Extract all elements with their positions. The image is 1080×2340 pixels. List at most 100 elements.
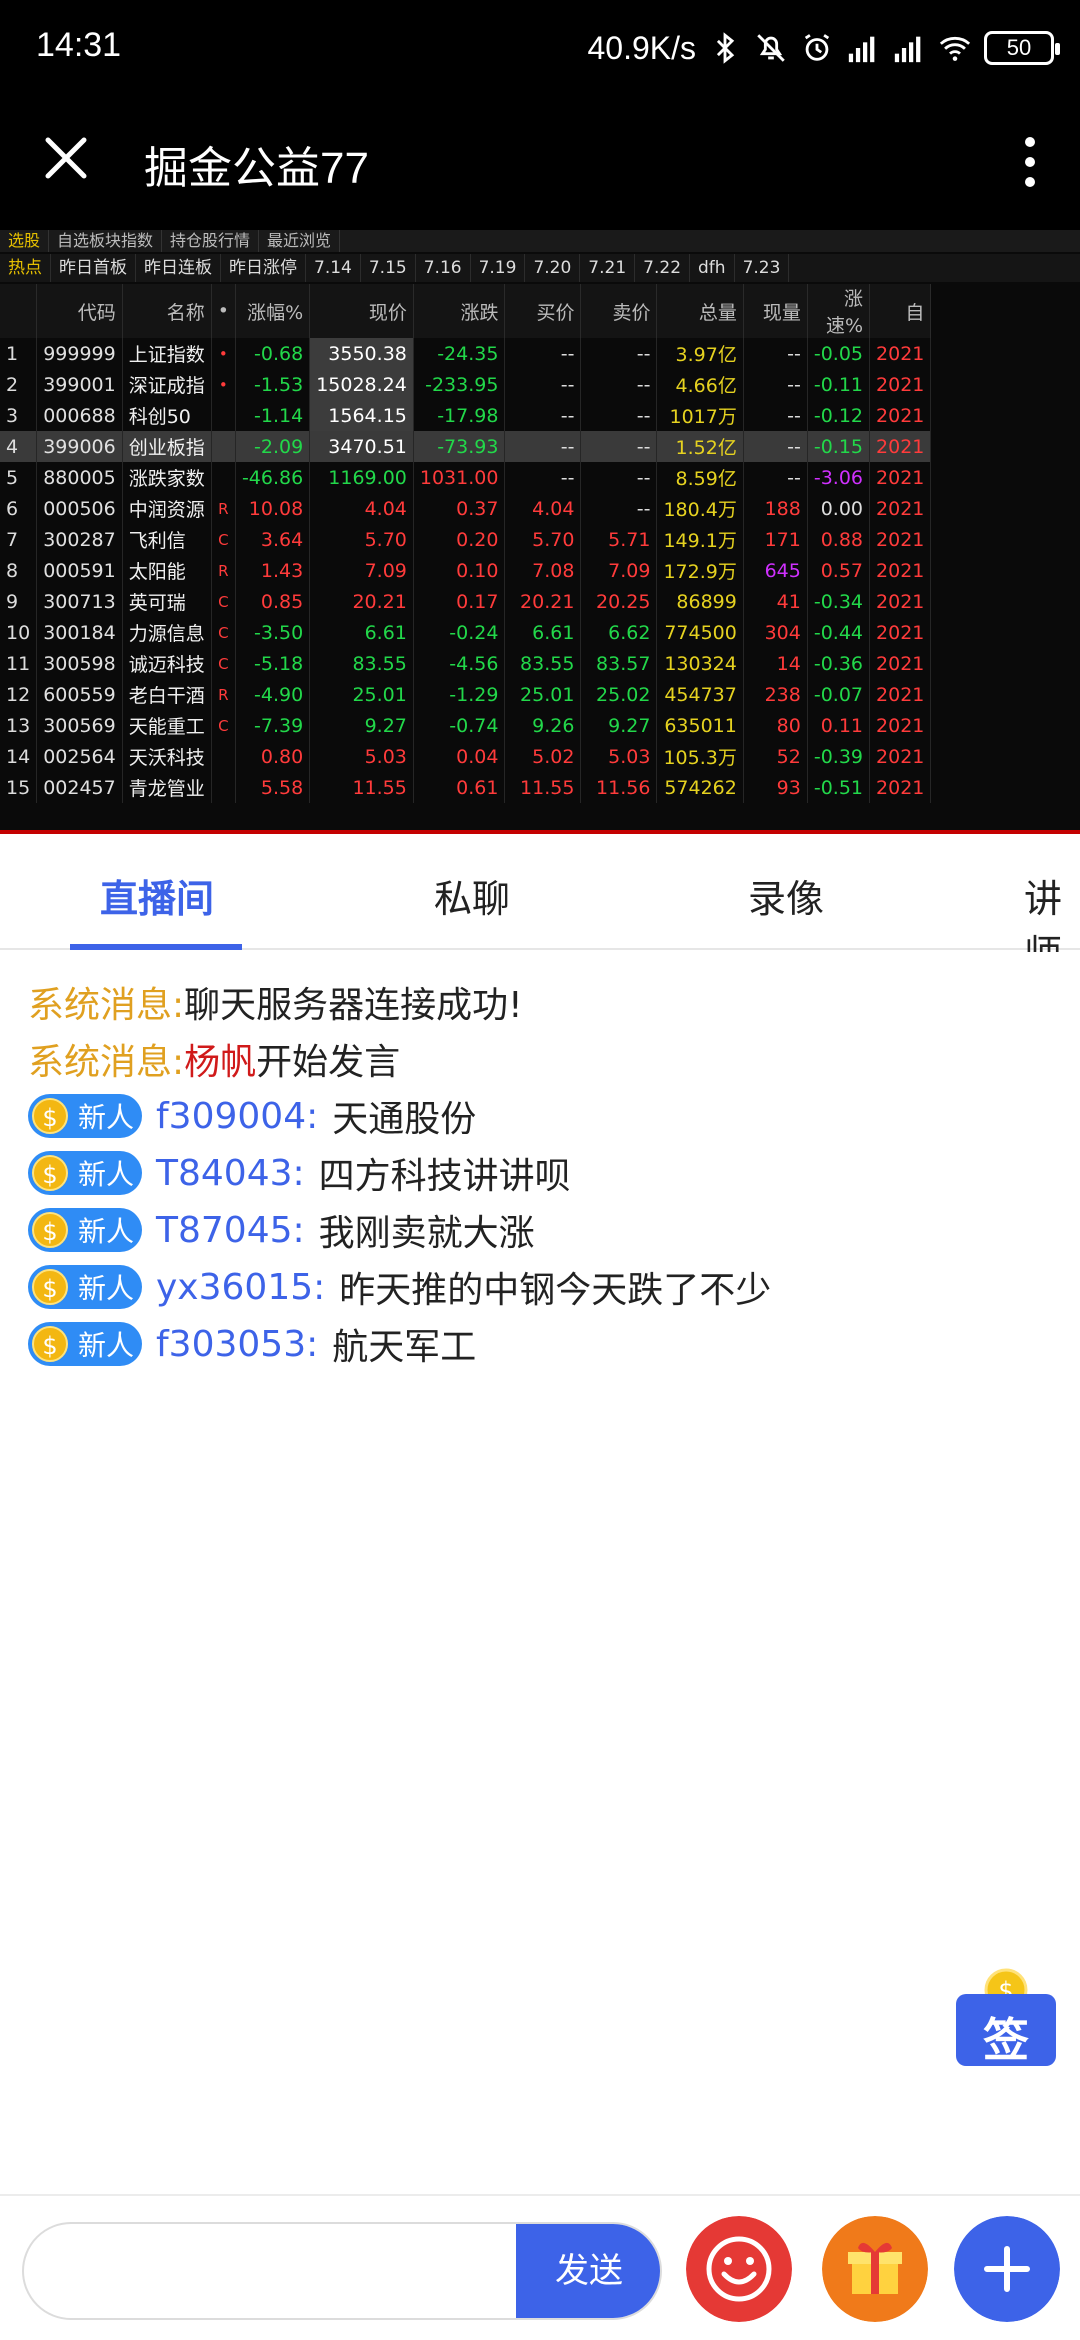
stock-cell-code: 399006 <box>36 431 123 462</box>
stock-cell-ask: -- <box>580 338 658 369</box>
live-video-stock-panel[interactable]: 选股 自选板块指数 持仓股行情 最近浏览 热点 昨日首板 昨日连板 昨日涨停 7.14 7.15… <box>0 230 1080 834</box>
close-icon[interactable] <box>36 128 96 188</box>
stock-cell-idx: 2 <box>0 369 38 400</box>
stock-cell-flag: R <box>211 493 236 524</box>
gift-icon[interactable] <box>822 2216 928 2322</box>
stock-cell-name: 天沃科技 <box>122 741 212 772</box>
stock-cell-pct: 0.80 <box>235 741 311 772</box>
stock-cell-cur: 52 <box>743 741 808 772</box>
stock-cell-chg: 0.10 <box>413 555 506 586</box>
signal-icon <box>848 36 875 63</box>
stock-cell-idx: 15 <box>0 772 38 803</box>
chat-username[interactable]: yx36015 <box>156 1267 313 1308</box>
stock-cell-name: 深证成指 <box>122 369 212 400</box>
chat-text: 我刚卖就大涨 <box>318 1213 535 1254</box>
stock-date-tab: 昨日涨停 <box>221 254 306 282</box>
stock-cell-code: 300184 <box>36 617 123 648</box>
tab-bar: 直播间 私聊 录像 讲师 <box>0 834 1080 976</box>
stock-cell-bid: 5.02 <box>504 741 582 772</box>
stock-cell-flag: C <box>211 524 236 555</box>
stock-date-tab: dfh <box>690 254 735 282</box>
stock-cell-ask: -- <box>580 493 658 524</box>
stock-cell-vol: 454737 <box>656 679 744 710</box>
stock-row: 6 000506 中润资源 R 10.08 4.04 0.37 4.04 -- 180.4万 188… <box>0 493 932 524</box>
chat-username[interactable]: f309004 <box>156 1096 306 1137</box>
stock-cell-name: 飞利信 <box>122 524 212 555</box>
system-message: 系统消息: 杨帆 开始发言 <box>28 1029 400 1089</box>
stock-cell-pct: -0.68 <box>235 338 311 369</box>
message-input[interactable] <box>48 2242 508 2302</box>
stock-cell-speed: 0.57 <box>807 555 871 586</box>
stock-cell-chg: -1.29 <box>413 679 506 710</box>
chat-username[interactable]: f303053 <box>156 1324 306 1365</box>
chat-username[interactable]: T87045 <box>156 1210 293 1251</box>
status-icons: 40.9K/s 50 <box>587 22 1060 74</box>
colon: : <box>313 1266 326 1308</box>
stock-cell-chg: -233.95 <box>413 369 506 400</box>
stock-cell-cur: 188 <box>743 493 808 524</box>
stock-cell-ask: -- <box>580 431 658 462</box>
emoji-icon[interactable] <box>686 2216 792 2322</box>
stock-cell-price: 6.61 <box>309 617 414 648</box>
daily-signin-button[interactable]: $ 签 <box>956 1968 1056 2067</box>
stock-cell-ask: -- <box>580 369 658 400</box>
badge-label: 新人 <box>78 1272 135 1305</box>
system-text: 开始发言 <box>256 1042 401 1083</box>
stock-cell-flag: C <box>211 648 236 679</box>
stock-cell-cur: 238 <box>743 679 808 710</box>
stock-cell-code: 000591 <box>36 555 123 586</box>
coin-icon: $ <box>32 1326 68 1362</box>
stock-cell-date: 2021 <box>869 710 932 741</box>
stock-cell-bid: 11.55 <box>504 772 582 803</box>
stock-cell-ask: 6.62 <box>580 617 658 648</box>
stock-row: 7 300287 飞利信 C 3.64 5.70 0.20 5.70 5.71 149.1万 171… <box>0 524 932 555</box>
system-label: 系统消息: <box>28 985 185 1026</box>
stock-cell-speed: -0.51 <box>807 772 871 803</box>
stock-cell-price: 20.21 <box>309 586 414 617</box>
stock-cell-chg: -0.24 <box>413 617 506 648</box>
stock-cell-flag: C <box>211 617 236 648</box>
stock-cell-date: 2021 <box>869 741 932 772</box>
stock-row: 12 600559 老白干酒 R -4.90 25.01 -1.29 25.01 25.02 45… <box>0 679 932 710</box>
stock-date-tab: 7.22 <box>635 254 691 282</box>
stock-cell-flag: C <box>211 586 236 617</box>
stock-date-tab: 7.16 <box>416 254 471 282</box>
stock-cell-speed: -0.05 <box>807 338 871 369</box>
stock-cell-price: 7.09 <box>309 555 414 586</box>
stock-cell-vol: 180.4万 <box>656 493 744 524</box>
stock-cell-date: 2021 <box>869 369 932 400</box>
stock-cell-speed: 0.11 <box>807 710 871 741</box>
stock-cell-cur: -- <box>743 431 808 462</box>
chat-username[interactable]: T84043 <box>156 1153 293 1194</box>
stock-cell-chg: -73.93 <box>413 431 506 462</box>
tab-recordings[interactable]: 录像 <box>748 868 824 923</box>
plus-icon[interactable] <box>954 2216 1060 2322</box>
tab-private-chat[interactable]: 私聊 <box>434 868 510 923</box>
stock-cell-speed: -0.15 <box>807 431 871 462</box>
stock-cell-code: 880005 <box>36 462 123 493</box>
stock-cell-idx: 13 <box>0 710 38 741</box>
stock-cell-pct: 3.64 <box>235 524 311 555</box>
system-speaker-name: 杨帆 <box>184 1042 257 1083</box>
chat-message: $ 新人 T87045: 我刚卖就大涨 <box>28 1200 535 1260</box>
stock-cell-date: 2021 <box>869 555 932 586</box>
stock-cell-flag: R <box>211 679 236 710</box>
stock-row: 14 002564 天沃科技 0.80 5.03 0.04 5.02 5.03 105.3万 52… <box>0 741 932 772</box>
stock-cell-date: 2021 <box>869 586 932 617</box>
stock-cell-vol: 1017万 <box>656 400 744 431</box>
stock-cell-price: 15028.24 <box>309 369 414 400</box>
badge-label: 新人 <box>78 1215 135 1248</box>
stock-cell-code: 300287 <box>36 524 123 555</box>
stock-cell-vol: 149.1万 <box>656 524 744 555</box>
stock-cell-code: 000688 <box>36 400 123 431</box>
colon: : <box>306 1323 319 1365</box>
tab-live-room[interactable]: 直播间 <box>100 868 214 923</box>
stock-top-tab: 选股 <box>0 230 50 252</box>
more-vert-icon[interactable] <box>1010 132 1050 192</box>
stock-cell-name: 力源信息 <box>122 617 212 648</box>
stock-cell-chg: 0.17 <box>413 586 506 617</box>
badge-label: 新人 <box>78 1158 135 1191</box>
stock-cell-date: 2021 <box>869 524 932 555</box>
chat-text: 昨天推的中钢今天跌了不少 <box>339 1270 772 1311</box>
send-button[interactable]: 发送 <box>516 2224 660 2318</box>
